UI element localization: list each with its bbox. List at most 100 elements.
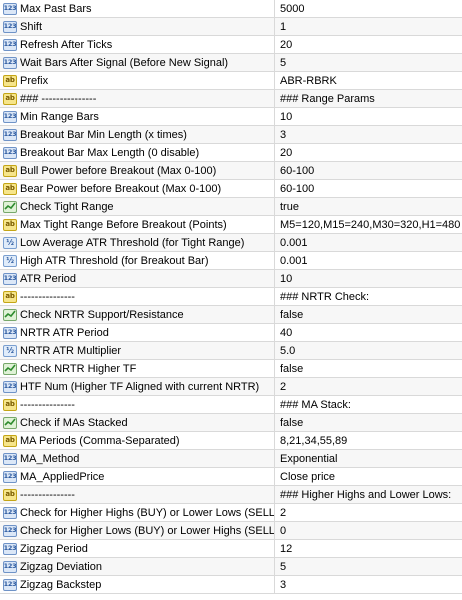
parameter-name: Zigzag Period [20,542,88,555]
parameter-value[interactable]: true [275,201,299,213]
parameter-name: ATR Period [20,272,77,285]
parameter-row[interactable]: ½ High ATR Threshold (for Breakout Bar) 0.… [0,252,462,270]
parameter-row[interactable]: ab --------------- ### MA Stack: [0,396,462,414]
parameter-row[interactable]: 123 HTF Num (Higher TF Aligned with curre… [0,378,462,396]
parameter-row[interactable]: ab Prefix ABR-RBRK [0,72,462,90]
parameter-value[interactable]: M5=120,M15=240,M30=320,H1=480 [275,219,460,231]
parameter-row[interactable]: ½ NRTR ATR Multiplier 5.0 [0,342,462,360]
parameter-row[interactable]: ab Bull Power before Breakout (Max 0-100)… [0,162,462,180]
parameter-value[interactable]: 5 [275,561,286,573]
parameter-value[interactable]: 60-100 [275,183,314,195]
parameter-row[interactable]: 123 Max Past Bars 5000 [0,0,462,18]
parameter-name-cell: ab Prefix [0,72,275,89]
parameter-value[interactable]: 12 [275,543,292,555]
parameter-name: NRTR ATR Period [20,326,109,339]
parameter-value[interactable]: false [275,309,303,321]
parameter-value[interactable]: 20 [275,147,292,159]
parameter-value[interactable]: 1 [275,21,286,33]
int-icon: 123 [3,542,17,555]
parameter-row[interactable]: ab Bear Power before Breakout (Max 0-100)… [0,180,462,198]
parameter-row[interactable]: 123 Wait Bars After Signal (Before New Si… [0,54,462,72]
string-icon: ab [3,164,17,177]
parameter-value[interactable]: 0.001 [275,255,308,267]
parameter-value[interactable]: false [275,417,303,429]
parameter-row[interactable]: Check NRTR Support/Resistance false [0,306,462,324]
bool-icon [3,308,17,321]
parameter-name: Breakout Bar Max Length (0 disable) [20,146,200,159]
parameter-row[interactable]: 123 NRTR ATR Period 40 [0,324,462,342]
parameter-value[interactable]: 10 [275,111,292,123]
parameter-value[interactable]: 20 [275,39,292,51]
parameter-name-cell: 123 Min Range Bars [0,108,275,125]
parameter-name: HTF Num (Higher TF Aligned with current … [20,380,260,393]
parameter-row[interactable]: 123 Breakout Bar Max Length (0 disable) 20 [0,144,462,162]
parameter-value[interactable]: Close price [275,471,335,483]
parameter-value[interactable]: 0.001 [275,237,308,249]
parameter-value[interactable]: 5 [275,57,286,69]
int-icon: 123 [3,380,17,393]
parameter-row[interactable]: ab --------------- ### NRTR Check: [0,288,462,306]
parameter-row[interactable]: 123 Check for Higher Highs (BUY) or Lower… [0,504,462,522]
parameter-value[interactable]: 0 [275,525,286,537]
parameter-value[interactable]: 3 [275,129,286,141]
parameter-row[interactable]: ab ### --------------- ### Range Params [0,90,462,108]
parameter-name-cell: 123 Check for Higher Lows (BUY) or Lower … [0,522,275,539]
parameter-value[interactable]: 3 [275,579,286,591]
parameter-value[interactable]: ### Higher Highs and Lower Lows: [275,489,451,501]
parameter-row[interactable]: 123 Zigzag Period 12 [0,540,462,558]
parameter-row[interactable]: 123 MA_AppliedPrice Close price [0,468,462,486]
parameter-name-cell: 123 MA_AppliedPrice [0,468,275,485]
parameter-row[interactable]: Check NRTR Higher TF false [0,360,462,378]
parameter-value[interactable]: 2 [275,381,286,393]
parameter-name: Shift [20,20,43,33]
parameter-value[interactable]: 5000 [275,3,304,15]
parameter-value[interactable]: ### MA Stack: [275,399,351,411]
parameter-value[interactable]: 40 [275,327,292,339]
int-icon: 123 [3,452,17,465]
parameter-value[interactable]: ABR-RBRK [275,75,337,87]
parameter-name-cell: ab Bull Power before Breakout (Max 0-100) [0,162,275,179]
int-icon: 123 [3,578,17,591]
parameter-name: High ATR Threshold (for Breakout Bar) [20,254,209,267]
parameter-row[interactable]: ½ Low Average ATR Threshold (for Tight Ra… [0,234,462,252]
parameter-name-cell: ab Bear Power before Breakout (Max 0-100) [0,180,275,197]
parameter-row[interactable]: ab Max Tight Range Before Breakout (Point… [0,216,462,234]
bool-icon [3,416,17,429]
parameter-row[interactable]: 123 Refresh After Ticks 20 [0,36,462,54]
parameter-row[interactable]: ab MA Periods (Comma-Separated) 8,21,34,55… [0,432,462,450]
parameter-name-cell: Check NRTR Support/Resistance [0,306,275,323]
int-icon: 123 [3,128,17,141]
parameter-name: Check Tight Range [20,200,114,213]
parameter-name-cell: ½ Low Average ATR Threshold (for Tight Ra… [0,234,275,251]
parameter-name-cell: ab --------------- [0,288,275,305]
parameter-row[interactable]: Check if MAs Stacked false [0,414,462,432]
parameter-value[interactable]: 60-100 [275,165,314,177]
parameter-name: --------------- [20,398,75,411]
parameter-row[interactable]: 123 Shift 1 [0,18,462,36]
int-icon: 123 [3,326,17,339]
parameter-row[interactable]: 123 MA_Method Exponential [0,450,462,468]
parameter-value[interactable]: 2 [275,507,286,519]
parameter-value[interactable]: 5.0 [275,345,295,357]
parameter-name-cell: 123 Refresh After Ticks [0,36,275,53]
parameter-name: Check NRTR Higher TF [20,362,137,375]
parameter-row[interactable]: 123 Zigzag Backstep 3 [0,576,462,594]
parameter-value[interactable]: 10 [275,273,292,285]
parameter-row[interactable]: 123 Zigzag Deviation 5 [0,558,462,576]
parameter-name: Max Past Bars [20,2,92,15]
parameter-name-cell: 123 Check for Higher Highs (BUY) or Lower… [0,504,275,521]
parameter-value[interactable]: false [275,363,303,375]
parameter-name: Prefix [20,74,49,87]
parameter-value[interactable]: ### NRTR Check: [275,291,369,303]
parameter-value[interactable]: 8,21,34,55,89 [275,435,347,447]
parameter-row[interactable]: 123 Breakout Bar Min Length (x times) 3 [0,126,462,144]
parameter-name-cell: ab Max Tight Range Before Breakout (Point… [0,216,275,233]
parameter-row[interactable]: 123 Min Range Bars 10 [0,108,462,126]
parameter-value[interactable]: Exponential [275,453,338,465]
parameter-row[interactable]: 123 ATR Period 10 [0,270,462,288]
parameter-value[interactable]: ### Range Params [275,93,375,105]
parameter-row[interactable]: ab --------------- ### Higher Highs and Lo… [0,486,462,504]
parameter-row[interactable]: 123 Check for Higher Lows (BUY) or Lower … [0,522,462,540]
parameter-name-cell: 123 Zigzag Backstep [0,576,275,593]
parameter-row[interactable]: Check Tight Range true [0,198,462,216]
